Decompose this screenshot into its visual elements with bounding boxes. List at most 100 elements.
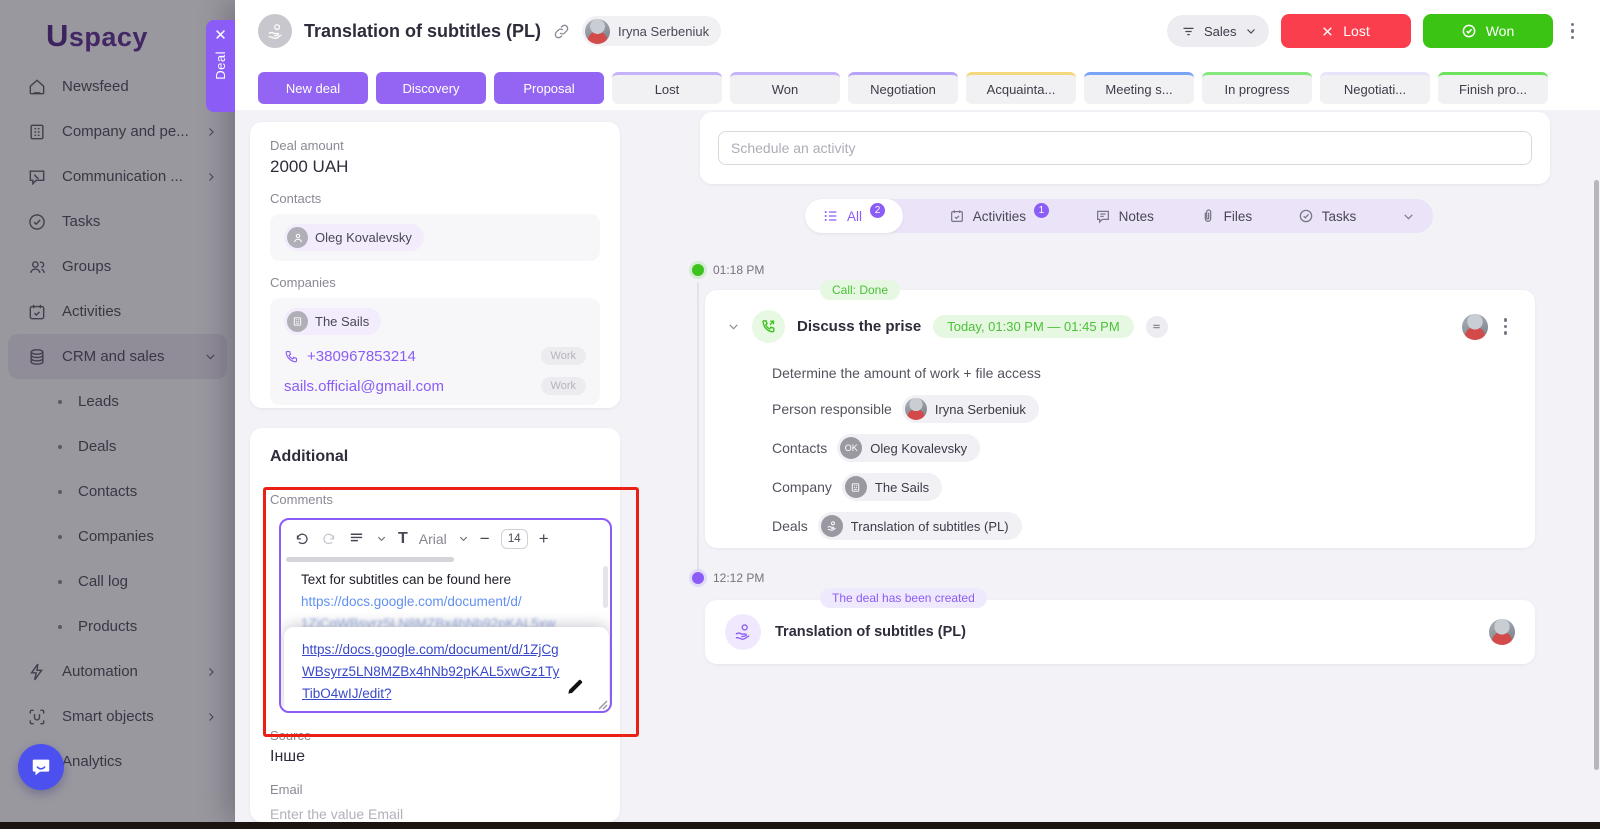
activity-fields: Person responsible Iryna Serbeniuk Conta…: [772, 395, 1513, 540]
chevron-down-icon[interactable]: [458, 533, 469, 544]
chevron-down-icon[interactable]: [1402, 210, 1415, 223]
stage-meeting[interactable]: Meeting s...: [1084, 72, 1194, 104]
person-icon: [287, 227, 308, 248]
bullet-icon: [58, 535, 62, 539]
editor-link-line[interactable]: https://docs.google.com/document/d/: [301, 591, 598, 613]
comments-editor[interactable]: T Arial − 14 + Text for subtitles can be…: [279, 518, 612, 713]
sidebar-subitem-products[interactable]: Products: [0, 604, 235, 649]
contact-chip[interactable]: OK Oleg Kovalevsky: [837, 434, 980, 462]
tab-notes[interactable]: Notes: [1095, 208, 1154, 224]
align-icon[interactable]: [348, 530, 365, 547]
copy-link-icon[interactable]: [553, 23, 570, 40]
activity-schedule-pill: Today, 01:30 PM — 01:45 PM: [933, 315, 1133, 338]
funnel-selector[interactable]: Sales: [1167, 15, 1269, 47]
font-bigger-button[interactable]: +: [539, 530, 549, 547]
uspacy-logo[interactable]: Uspacy: [0, 0, 235, 64]
field-label: Company: [772, 479, 832, 495]
subitem-label: Deals: [78, 438, 116, 455]
stage-new-deal[interactable]: New deal: [258, 72, 368, 104]
support-chat-button[interactable]: [18, 744, 64, 790]
sidebar-item-newsfeed[interactable]: Newsfeed: [0, 64, 235, 109]
sidebar-item-smart-objects[interactable]: Smart objects: [0, 694, 235, 739]
field-company: Company The Sails: [772, 473, 1513, 501]
contact-chip[interactable]: Oleg Kovalevsky: [284, 224, 424, 251]
deal-amount-label: Deal amount: [270, 138, 600, 153]
chevron-down-icon[interactable]: [376, 533, 387, 544]
field-label: Person responsible: [772, 401, 892, 417]
font-size-value[interactable]: 14: [501, 529, 528, 549]
companies-label: Companies: [270, 275, 600, 290]
tab-files[interactable]: Files: [1200, 208, 1253, 224]
company-chip[interactable]: The Sails: [842, 473, 942, 501]
details-icon[interactable]: [1146, 316, 1168, 338]
tab-all[interactable]: All 2: [805, 199, 903, 233]
lost-button[interactable]: Lost: [1281, 14, 1411, 48]
source-value[interactable]: Інше: [270, 748, 305, 766]
chevron-down-icon: [1245, 25, 1257, 37]
sidebar-item-activities[interactable]: Activities: [0, 289, 235, 334]
email-work-tag: Work: [541, 377, 586, 395]
edit-pencil-icon[interactable]: [565, 677, 585, 697]
stage-proposal[interactable]: Proposal: [494, 72, 604, 104]
sidebar-item-crm-and-sales[interactable]: CRM and sales: [8, 334, 227, 379]
subitem-label: Call log: [78, 573, 128, 590]
tab-activities[interactable]: Activities 1: [949, 208, 1049, 224]
sidebar-subitem-companies[interactable]: Companies: [0, 514, 235, 559]
sidebar-subitem-call-log[interactable]: Call log: [0, 559, 235, 604]
schedule-activity-input[interactable]: [718, 131, 1532, 165]
phone-link[interactable]: +380967853214: [284, 348, 416, 365]
deal-created-badge: The deal has been created: [820, 588, 987, 608]
logo-u-icon: U: [46, 18, 69, 53]
deal-created-title[interactable]: Translation of subtitles (PL): [775, 624, 966, 640]
deal-panel-tab[interactable]: ✕ Deal: [206, 20, 235, 112]
font-name[interactable]: Arial: [419, 531, 447, 547]
stage-won[interactable]: Won: [730, 72, 840, 104]
editor-content[interactable]: Text for subtitles can be found here htt…: [281, 562, 610, 635]
page-scrollbar[interactable]: [1594, 180, 1599, 770]
sidebar-item-company-and-people[interactable]: Company and pe...: [0, 109, 235, 154]
resize-handle-icon[interactable]: [598, 700, 608, 710]
close-icon[interactable]: ✕: [214, 28, 227, 43]
undo-icon[interactable]: [294, 531, 310, 547]
sidebar-subitem-deals[interactable]: Deals: [0, 424, 235, 469]
owner-chip[interactable]: Iryna Serbeniuk: [582, 16, 721, 46]
stage-negotiation-2[interactable]: Negotiati...: [1320, 72, 1430, 104]
deal-amount-value[interactable]: 2000 UAH: [270, 157, 600, 177]
additional-title: Additional: [270, 448, 600, 466]
deal-chip[interactable]: Translation of subtitles (PL): [818, 512, 1022, 540]
person-chip[interactable]: Iryna Serbeniuk: [902, 395, 1039, 423]
chevron-down-icon[interactable]: [727, 320, 740, 333]
stage-acquaintance[interactable]: Acquainta...: [966, 72, 1076, 104]
bolt-icon: [26, 661, 48, 683]
activity-title[interactable]: Discuss the prise: [797, 318, 921, 335]
stage-negotiation[interactable]: Negotiation: [848, 72, 958, 104]
email-link[interactable]: sails.official@gmail.com: [284, 378, 444, 395]
bullet-icon: [58, 445, 62, 449]
sidebar-item-groups[interactable]: Groups: [0, 244, 235, 289]
smart-objects-icon: [26, 706, 48, 728]
company-chip[interactable]: The Sails: [284, 308, 381, 335]
chevron-right-icon: [205, 711, 217, 723]
popup-link[interactable]: https://docs.google.com/document/d/1ZjCg…: [302, 639, 560, 705]
email-field-placeholder[interactable]: Enter the value Email: [270, 806, 403, 822]
redo-icon[interactable]: [321, 531, 337, 547]
editor-vscrollbar[interactable]: [603, 566, 608, 608]
outgoing-call-icon: [752, 310, 785, 343]
stage-discovery[interactable]: Discovery: [376, 72, 486, 104]
sidebar-subitem-contacts[interactable]: Contacts: [0, 469, 235, 514]
activity-tabs: All 2 Activities 1 Notes Files: [805, 199, 1433, 233]
sidebar-item-automation[interactable]: Automation: [0, 649, 235, 694]
sidebar-subitem-leads[interactable]: Leads: [0, 379, 235, 424]
stage-in-progress[interactable]: In progress: [1202, 72, 1312, 104]
font-smaller-button[interactable]: −: [480, 530, 490, 547]
sidebar-item-label: Tasks: [62, 213, 100, 230]
more-menu-icon[interactable]: [1565, 19, 1581, 44]
sidebar-item-communication[interactable]: Communication ...: [0, 154, 235, 199]
won-button[interactable]: Won: [1423, 14, 1553, 48]
stage-lost[interactable]: Lost: [612, 72, 722, 104]
sidebar-item-tasks[interactable]: Tasks: [0, 199, 235, 244]
activity-menu-icon[interactable]: [1498, 314, 1514, 339]
text-format-icon[interactable]: T: [398, 530, 408, 548]
stage-finish[interactable]: Finish pro...: [1438, 72, 1548, 104]
tab-tasks[interactable]: Tasks: [1298, 208, 1357, 224]
